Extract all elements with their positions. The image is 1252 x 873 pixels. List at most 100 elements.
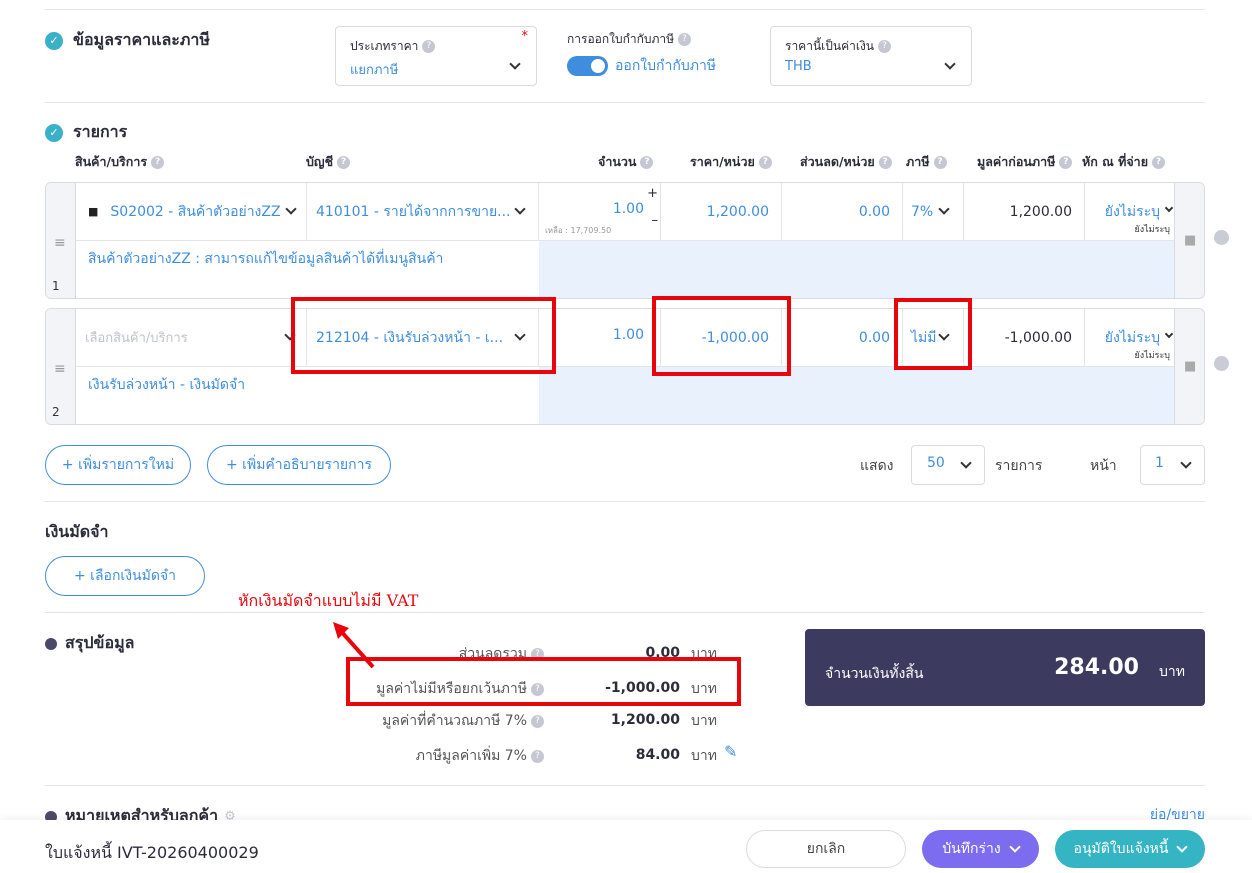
chevron-down-icon bbox=[284, 203, 297, 215]
summary-title: สรุปข้อมูล bbox=[65, 633, 135, 652]
page-select[interactable]: 1 bbox=[1140, 445, 1205, 485]
drag-handle[interactable]: ≡ 1 bbox=[46, 183, 76, 298]
col-account: บัญชี? bbox=[306, 152, 351, 172]
items-title: รายการ bbox=[73, 122, 128, 141]
qty-input[interactable]: 1.00 bbox=[539, 309, 661, 366]
check-icon: ✓ bbox=[45, 31, 63, 50]
page-label: หน้า bbox=[1090, 458, 1117, 474]
add-item-button[interactable]: + เพิ่มรายการใหม่ bbox=[45, 445, 191, 485]
tax-invoice-group: การออกใบกำกับภาษี? ออกใบกำกับภาษี bbox=[567, 30, 716, 77]
check-icon: ✓ bbox=[45, 123, 63, 142]
toggle-knob bbox=[591, 59, 605, 73]
currency-select[interactable]: ราคานี้เป็นค่าเงิน? THB bbox=[770, 26, 972, 86]
drag-handle-icon: ≡ bbox=[54, 235, 66, 251]
withholding-select[interactable]: ยังไม่ระบุ ยังไม่ระบุ bbox=[1085, 309, 1176, 366]
help-icon: ? bbox=[422, 40, 436, 53]
cancel-button[interactable]: ยกเลิก bbox=[746, 830, 906, 868]
currency-value: THB bbox=[785, 59, 812, 74]
help-icon: ? bbox=[640, 156, 654, 169]
chevron-down-icon bbox=[1009, 841, 1021, 853]
stock-remaining: เหลือ : 17,709.50 bbox=[545, 226, 612, 235]
add-description-button[interactable]: + เพิ่มคำอธิบายรายการ bbox=[207, 445, 391, 485]
trash-icon: ■ bbox=[1184, 233, 1197, 248]
document-title: ใบแจ้งหนี้ IVT-20260400029 bbox=[45, 843, 259, 862]
row-index: 2 bbox=[52, 405, 60, 419]
pretax-value: 1,200.00 bbox=[1009, 203, 1072, 220]
drag-handle-icon: ≡ bbox=[54, 361, 66, 377]
decrement-icon[interactable]: – bbox=[652, 213, 659, 228]
price-tax-title: ข้อมูลราคาและภาษี bbox=[73, 30, 210, 49]
withholding-sub: ยังไม่ระบุ bbox=[1134, 351, 1170, 361]
chevron-down-icon bbox=[1180, 457, 1192, 469]
help-icon: ? bbox=[933, 156, 947, 169]
chevron-down-icon bbox=[938, 203, 950, 215]
delete-row-button[interactable]: ■ bbox=[1174, 183, 1204, 298]
account-value: 410101 - รายได้จากการขาย... bbox=[316, 203, 511, 220]
help-icon: ? bbox=[878, 40, 892, 53]
chevron-down-icon bbox=[509, 58, 521, 70]
pie-chart-icon[interactable] bbox=[1214, 356, 1229, 371]
help-icon: ? bbox=[531, 714, 544, 728]
increment-icon[interactable]: + bbox=[647, 186, 658, 201]
discount-input[interactable]: 0.00 bbox=[782, 183, 903, 240]
select-deposit-button[interactable]: + เลือกเงินมัดจำ bbox=[45, 556, 205, 596]
product-value: S02002 - สินค้าตัวอย่างZZ bbox=[110, 203, 281, 220]
row-description[interactable]: สินค้าตัวอย่างZZ : สามารถแก้ไขข้อมูลสินค… bbox=[88, 248, 443, 270]
help-icon: ? bbox=[678, 33, 692, 46]
delete-row-button[interactable]: ■ bbox=[1174, 309, 1204, 424]
col-tax: ภาษี? bbox=[906, 152, 947, 172]
tax-select[interactable]: 7% bbox=[903, 183, 964, 240]
withholding-value: ยังไม่ระบุ bbox=[1104, 204, 1160, 220]
price-input[interactable]: 1,200.00 bbox=[661, 183, 782, 240]
col-qty: จำนวน? bbox=[598, 152, 654, 172]
edit-pencil-icon[interactable]: ✎ bbox=[724, 742, 737, 761]
row-index: 1 bbox=[52, 279, 60, 293]
col-discount: ส่วนลด/หน่วย? bbox=[800, 152, 892, 172]
help-icon: ? bbox=[151, 156, 165, 169]
total-unit: บาท bbox=[1159, 664, 1185, 680]
discount-input[interactable]: 0.00 bbox=[782, 309, 903, 366]
col-withholding: หัก ณ ที่จ่าย? bbox=[1082, 152, 1166, 172]
product-select[interactable]: เลือกสินค้า/บริการ bbox=[76, 309, 307, 366]
row-separator bbox=[76, 240, 1176, 241]
summary-header: สรุปข้อมูล bbox=[45, 631, 134, 656]
chevron-down-icon bbox=[960, 457, 972, 469]
help-icon: ? bbox=[758, 156, 772, 169]
chevron-down-icon bbox=[944, 58, 956, 70]
price-type-select[interactable]: ประเภทราคา? * แยกภาษี bbox=[335, 26, 537, 86]
save-draft-label: บันทึกร่าง bbox=[942, 841, 1001, 857]
table-row: ≡ 2 เลือกสินค้า/บริการ 212104 - เงินรับล… bbox=[45, 308, 1205, 425]
deposit-title: เงินมัดจำ bbox=[45, 522, 109, 541]
price-value: 1,200.00 bbox=[706, 203, 769, 220]
summary-vat-label: ภาษีมูลค่าเพิ่ม 7%? bbox=[416, 745, 544, 767]
qty-input[interactable]: 1.00 เหลือ : 17,709.50 + – bbox=[539, 183, 661, 240]
help-icon: ? bbox=[337, 156, 351, 169]
save-draft-button[interactable]: บันทึกร่าง bbox=[922, 830, 1039, 868]
account-select[interactable]: 410101 - รายได้จากการขาย... bbox=[307, 183, 539, 240]
tax-invoice-label: การออกใบกำกับภาษี? bbox=[567, 30, 716, 49]
approve-invoice-label: อนุมัติใบแจ้งหนี้ bbox=[1073, 841, 1169, 857]
col-product: สินค้า/บริการ? bbox=[75, 152, 165, 172]
currency-label: ราคานี้เป็นค่าเงิน? bbox=[785, 37, 892, 56]
trash-icon: ■ bbox=[1184, 359, 1197, 374]
divider bbox=[45, 785, 1205, 786]
highlight-tax bbox=[894, 298, 972, 370]
divider bbox=[45, 102, 1205, 103]
product-select[interactable]: ■ S02002 - สินค้าตัวอย่างZZ bbox=[76, 183, 307, 240]
tax-invoice-toggle[interactable] bbox=[567, 56, 608, 76]
chevron-down-icon bbox=[514, 203, 526, 215]
product-image-icon: ■ bbox=[88, 205, 99, 218]
row-description[interactable]: เงินรับล่วงหน้า - เงินมัดจำ bbox=[88, 374, 245, 396]
pie-chart-icon[interactable] bbox=[1214, 230, 1229, 245]
per-page-select[interactable]: 50 bbox=[911, 445, 985, 485]
price-type-value: แยกภาษี bbox=[350, 63, 399, 78]
withholding-select[interactable]: ยังไม่ระบุ ยังไม่ระบุ bbox=[1085, 183, 1176, 240]
total-label: จำนวนเงินทั้งสิ้น bbox=[825, 666, 924, 682]
price-tax-header: ✓ ข้อมูลราคาและภาษี bbox=[45, 28, 210, 53]
drag-handle[interactable]: ≡ 2 bbox=[46, 309, 76, 424]
divider bbox=[45, 501, 1205, 502]
product-placeholder: เลือกสินค้า/บริการ bbox=[85, 331, 188, 346]
help-icon: ? bbox=[878, 156, 892, 169]
help-icon: ? bbox=[531, 749, 544, 763]
approve-invoice-button[interactable]: อนุมัติใบแจ้งหนี้ bbox=[1055, 830, 1205, 868]
